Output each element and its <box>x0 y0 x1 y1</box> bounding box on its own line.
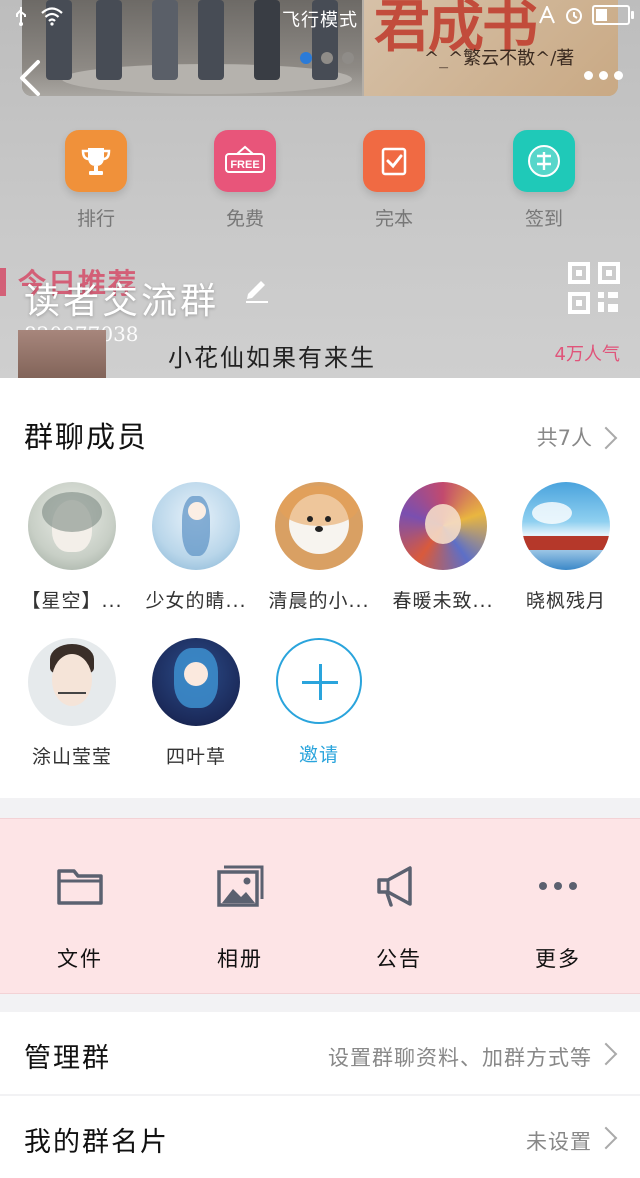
quick-action-checkin[interactable]: 签到 <box>494 130 594 231</box>
member-item[interactable]: 四叶草 <box>136 638 256 769</box>
member-item[interactable]: 少女的睛... <box>136 482 256 613</box>
group-tools: 文件 相册 公告 更多 <box>0 818 640 994</box>
status-bar: 飞行模式 <box>0 0 640 34</box>
avatar <box>399 482 487 570</box>
member-name: 春暖未致... <box>392 590 494 612</box>
tool-announcement[interactable]: 公告 <box>339 863 459 973</box>
tool-label: 相册 <box>217 947 263 971</box>
group-name: 读者交流群 <box>24 281 220 322</box>
chevron-right-icon <box>594 1126 618 1150</box>
edit-icon[interactable] <box>242 274 272 304</box>
member-name: 少女的睛... <box>145 590 247 612</box>
chevron-right-icon[interactable] <box>594 426 618 450</box>
row-value: 未设置 <box>526 1130 592 1154</box>
avatar <box>152 638 240 726</box>
avatar <box>152 482 240 570</box>
back-button[interactable] <box>12 56 52 100</box>
row-label: 管理群 <box>24 1043 111 1074</box>
pager-dot <box>300 52 312 64</box>
quick-action-label: 签到 <box>524 208 563 230</box>
members-count[interactable]: 共7人 <box>537 422 592 452</box>
quick-action-label: 免费 <box>225 208 264 230</box>
check-book-icon <box>363 130 425 192</box>
battery-icon <box>592 5 634 25</box>
qr-code-icon[interactable] <box>568 262 620 314</box>
chevron-right-icon <box>594 1042 618 1066</box>
folder-icon <box>57 869 103 905</box>
members-section-title: 群聊成员 <box>24 420 149 454</box>
row-label: 我的群名片 <box>24 1127 169 1158</box>
trophy-icon <box>65 130 127 192</box>
promo-subtitle: ^_^繁云不散^/著 <box>424 48 575 69</box>
sign-in-icon <box>513 130 575 192</box>
megaphone-icon <box>377 866 412 907</box>
quick-action-label: 完本 <box>374 208 413 230</box>
member-item[interactable]: 涂山莹莹 <box>12 638 132 769</box>
recommended-book-title[interactable]: 小花仙如果有来生 <box>168 338 376 373</box>
invite-member-button[interactable]: 邀请 <box>259 638 379 767</box>
member-item[interactable]: 晓枫残月 <box>506 482 626 613</box>
group-members-section: 群聊成员 共7人 【星空】... 少女的睛... 清晨的小... 春暖未致... <box>0 378 640 798</box>
font-a-icon <box>539 6 555 24</box>
member-name: 四叶草 <box>165 746 226 768</box>
member-name: 【星空】... <box>21 590 123 612</box>
member-name: 涂山莹莹 <box>31 746 112 768</box>
tool-label: 公告 <box>376 947 422 971</box>
avatar <box>28 482 116 570</box>
invite-label: 邀请 <box>298 744 339 766</box>
tool-more[interactable]: 更多 <box>498 863 618 973</box>
quick-action-label: 排行 <box>76 208 115 230</box>
tool-label: 更多 <box>535 947 581 971</box>
free-tag-icon: FREE <box>214 130 276 192</box>
album-icon <box>217 865 264 907</box>
quick-actions: 排行 FREE 免费 完本 签到 <box>0 130 640 240</box>
member-item[interactable]: 【星空】... <box>12 482 132 613</box>
pager-dot <box>342 52 354 64</box>
plus-icon <box>276 638 362 724</box>
row-value: 设置群聊资料、加群方式等 <box>328 1046 592 1070</box>
member-name: 清晨的小... <box>268 590 370 612</box>
svg-text:FREE: FREE <box>230 159 259 171</box>
avatar <box>275 482 363 570</box>
avatar <box>522 482 610 570</box>
book-cover[interactable] <box>18 330 106 378</box>
banner-pager <box>300 52 354 64</box>
tool-album[interactable]: 相册 <box>180 863 300 973</box>
member-item[interactable]: 春暖未致... <box>383 482 503 613</box>
quick-action-free[interactable]: FREE 免费 <box>195 130 295 231</box>
member-name: 晓枫残月 <box>525 590 606 612</box>
more-dots-icon <box>539 882 577 890</box>
more-options-button[interactable] <box>580 62 626 88</box>
pager-dot <box>321 52 333 64</box>
my-group-card-row[interactable]: 我的群名片 未设置 <box>0 1096 640 1178</box>
tool-files[interactable]: 文件 <box>20 863 140 973</box>
book-popularity: 4万人气 <box>554 344 620 365</box>
tool-label: 文件 <box>57 947 103 971</box>
quick-action-finished[interactable]: 完本 <box>344 130 444 231</box>
group-header: 君成书 ^_^繁云不散^/著 飞行模式 排行 FREE 免费 完本 签到 今日推… <box>0 0 640 378</box>
quick-action-ranking[interactable]: 排行 <box>46 130 146 231</box>
member-item[interactable]: 清晨的小... <box>259 482 379 613</box>
manage-group-row[interactable]: 管理群 设置群聊资料、加群方式等 <box>0 1012 640 1094</box>
alarm-icon <box>566 8 582 24</box>
avatar <box>28 638 116 726</box>
